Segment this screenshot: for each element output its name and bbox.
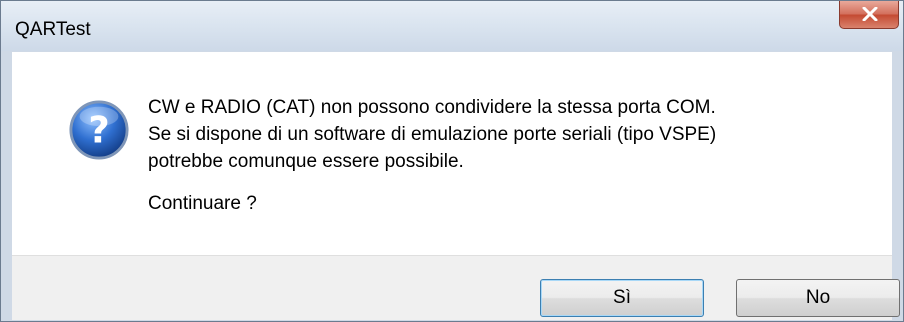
close-button[interactable] — [839, 1, 899, 29]
message-area: ? CW e RADIO (CAT) non possono condivide… — [12, 52, 892, 255]
message-line-1: CW e RADIO (CAT) non possono condividere… — [148, 97, 716, 118]
prompt-text: Continuare ? — [148, 193, 257, 214]
message-dialog: QARTest ? CW e RADIO (CAT) non possono c… — [0, 0, 904, 322]
yes-button[interactable]: Sì — [540, 279, 704, 317]
message-line-3: potrebbe comunque essere possibile. — [148, 151, 464, 172]
no-button[interactable]: No — [736, 279, 900, 317]
message-line-2: Se si dispone di un software di emulazio… — [148, 124, 717, 145]
svg-text:?: ? — [88, 109, 109, 152]
title-bar[interactable]: QARTest — [1, 1, 903, 51]
window-title: QARTest — [15, 19, 91, 40]
close-icon — [862, 7, 878, 21]
button-bar: Sì No — [12, 255, 900, 320]
question-icon: ? — [69, 100, 129, 160]
